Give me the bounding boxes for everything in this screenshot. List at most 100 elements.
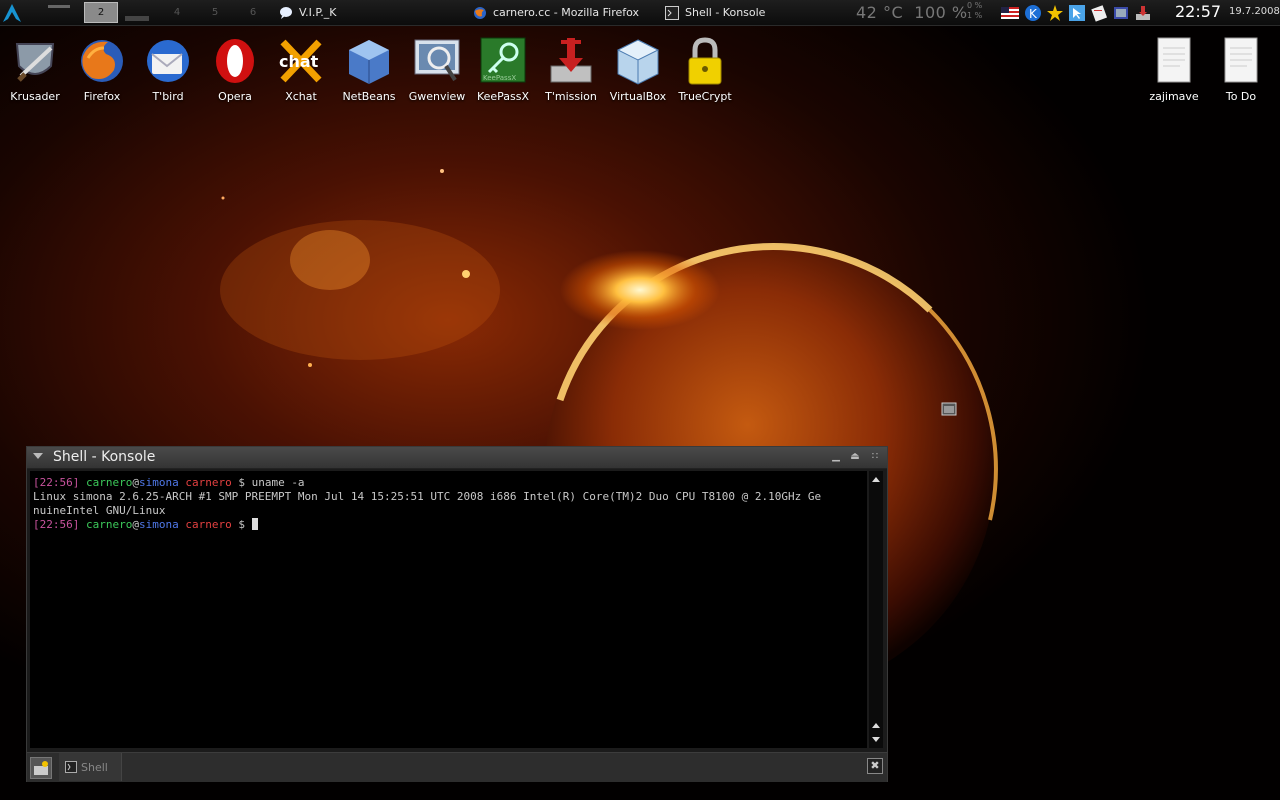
- taskbar-item-label: V.I.P._K: [299, 6, 337, 19]
- terminal-icon: [665, 5, 679, 20]
- temperature-readout: 42 °C: [856, 3, 904, 22]
- monitor-icon[interactable]: [1112, 4, 1130, 22]
- terminal-scrollbar[interactable]: [869, 471, 883, 748]
- desktop-icon-gwenview[interactable]: Gwenview: [404, 36, 470, 103]
- scroll-up-arrow-icon[interactable]: [872, 723, 880, 728]
- system-tray: K: [1000, 4, 1152, 22]
- prompt-symbol: $: [238, 476, 245, 489]
- taskbar-item-label: carnero.cc - Mozilla Firefox: [493, 6, 640, 19]
- desktop-icon-truecrypt[interactable]: TrueCrypt: [672, 36, 738, 103]
- opera-icon: [216, 39, 254, 83]
- download-icon[interactable]: [1134, 4, 1152, 22]
- prompt-at: @: [132, 518, 139, 531]
- pager-desktop-3[interactable]: [120, 2, 158, 23]
- window-thumbnail: [125, 16, 149, 21]
- window-title: Shell - Konsole: [53, 449, 156, 465]
- window-thumbnail: [48, 5, 70, 8]
- pager-desktop-5[interactable]: 5: [196, 2, 234, 23]
- desktop-icon-label: Xchat: [285, 90, 317, 103]
- pager-label: 2: [97, 7, 105, 18]
- pager-desktop-1[interactable]: [44, 2, 82, 23]
- taskbar-item-firefox[interactable]: carnero.cc - Mozilla Firefox: [473, 0, 639, 25]
- date: 19.7.2008: [1229, 6, 1280, 17]
- clipboard-icon[interactable]: [1090, 4, 1108, 22]
- keepassx-icon: KeePassX: [480, 37, 526, 83]
- output-line: Linux simona 2.6.25-ARCH #1 SMP PREEMPT …: [33, 490, 822, 503]
- xchat-icon: chat: [279, 39, 322, 83]
- text-cursor: [251, 518, 258, 530]
- minimize-icon[interactable]: ▁: [829, 450, 843, 464]
- desktop-icon-label: Opera: [218, 90, 252, 103]
- gwenview-icon: [414, 39, 460, 82]
- tab-shell[interactable]: Shell: [59, 753, 122, 781]
- document-icon: [1157, 37, 1191, 83]
- svg-text:K: K: [1029, 7, 1038, 21]
- output-line: nuineIntel GNU/Linux: [33, 504, 166, 517]
- command-text: uname -a: [251, 476, 305, 489]
- prompt-at: @: [132, 476, 139, 489]
- virtualbox-icon: [616, 39, 660, 85]
- tab-label: Shell: [81, 760, 108, 774]
- desktop-icon-firefox[interactable]: Firefox: [69, 36, 135, 103]
- document-icon: [1224, 37, 1258, 83]
- maximize-icon[interactable]: ⏏: [848, 450, 862, 464]
- truecrypt-icon: [688, 37, 722, 85]
- konsole-window: Shell - Konsole ▁ ⏏ ∷ [22:56] carnero@si…: [26, 446, 888, 782]
- scroll-down-arrow-icon[interactable]: [872, 737, 880, 742]
- star-icon[interactable]: [1046, 4, 1064, 22]
- desktop-icon-label: VirtualBox: [609, 90, 667, 103]
- pager-desktop-2[interactable]: 2: [84, 2, 118, 23]
- desktop-icon-label: NetBeans: [342, 90, 396, 103]
- kde-icon[interactable]: K: [1024, 4, 1042, 22]
- window-menu-icon[interactable]: [33, 453, 43, 459]
- prompt-host: simona: [138, 476, 179, 489]
- desktop-icon-zajimave[interactable]: zajimave: [1141, 36, 1207, 103]
- desktop-icon-thunderbird[interactable]: T'bird: [135, 36, 201, 103]
- desktop-icon-label: Gwenview: [408, 90, 466, 103]
- prompt-symbol: $: [238, 518, 245, 531]
- terminal-icon: [65, 761, 77, 773]
- taskbar-item-label: Shell - Konsole: [685, 6, 766, 19]
- prompt-user: carnero: [85, 518, 133, 531]
- terminal-output[interactable]: [22:56] carnero@simona carnero $ uname -…: [30, 471, 867, 748]
- floating-window-icon[interactable]: [941, 402, 957, 416]
- new-tab-icon: [34, 761, 48, 775]
- pager-desktop-4[interactable]: 4: [158, 2, 196, 23]
- desktop-icon-keepassx[interactable]: KeePassX KeePassX: [470, 36, 536, 103]
- prompt-dir: carnero: [185, 518, 232, 531]
- desktop-icon-label: Firefox: [83, 90, 121, 103]
- keepassx-icon-text: KeePassX: [483, 74, 516, 82]
- desktop-icon-label: Krusader: [10, 90, 60, 103]
- pointer-icon[interactable]: [1068, 4, 1086, 22]
- netbeans-icon: [349, 40, 389, 84]
- close-tab-icon[interactable]: ✖: [867, 758, 883, 774]
- prompt-user: carnero: [85, 476, 133, 489]
- scroll-up-arrow-icon[interactable]: [872, 477, 880, 482]
- us-flag-icon[interactable]: [1000, 4, 1020, 22]
- cpu-load-core1: 0 %: [967, 1, 983, 10]
- prompt-time: [22:56]: [33, 476, 80, 489]
- transmission-icon: [550, 38, 592, 83]
- taskbar-item-konsole[interactable]: Shell - Konsole: [665, 0, 765, 25]
- desktop-icon-label: zajimave: [1149, 90, 1199, 103]
- desktop-icon-krusader[interactable]: Krusader: [2, 36, 68, 103]
- desktop-icon-todo[interactable]: To Do: [1208, 36, 1274, 103]
- pager-desktop-6[interactable]: 6: [234, 2, 272, 23]
- sticky-icon[interactable]: ∷: [868, 450, 882, 464]
- battery-readout: 100 %: [914, 3, 968, 22]
- top-panel: 2 4 5 6 V.I.P._K carnero.cc - Mozilla Fi…: [0, 0, 1280, 26]
- taskbar-item-vip[interactable]: V.I.P._K: [279, 0, 336, 25]
- desktop-icon-transmission[interactable]: T'mission: [538, 36, 604, 103]
- pager-label: 5: [211, 7, 219, 18]
- desktop-icon-netbeans[interactable]: NetBeans: [336, 36, 402, 103]
- desktop-icon-opera[interactable]: Opera: [202, 36, 268, 103]
- window-titlebar[interactable]: Shell - Konsole ▁ ⏏ ∷: [27, 447, 887, 469]
- arch-linux-menu-icon[interactable]: [2, 3, 22, 23]
- desktop-icon-label: T'bird: [152, 90, 184, 103]
- desktop-icon-xchat[interactable]: chat Xchat: [268, 36, 334, 103]
- krusader-icon: [15, 43, 55, 82]
- cpu-load: 0 % 1 %: [967, 1, 982, 21]
- clock[interactable]: 22:57: [1175, 2, 1221, 21]
- new-tab-button[interactable]: [30, 757, 52, 779]
- desktop-icon-virtualbox[interactable]: VirtualBox: [605, 36, 671, 103]
